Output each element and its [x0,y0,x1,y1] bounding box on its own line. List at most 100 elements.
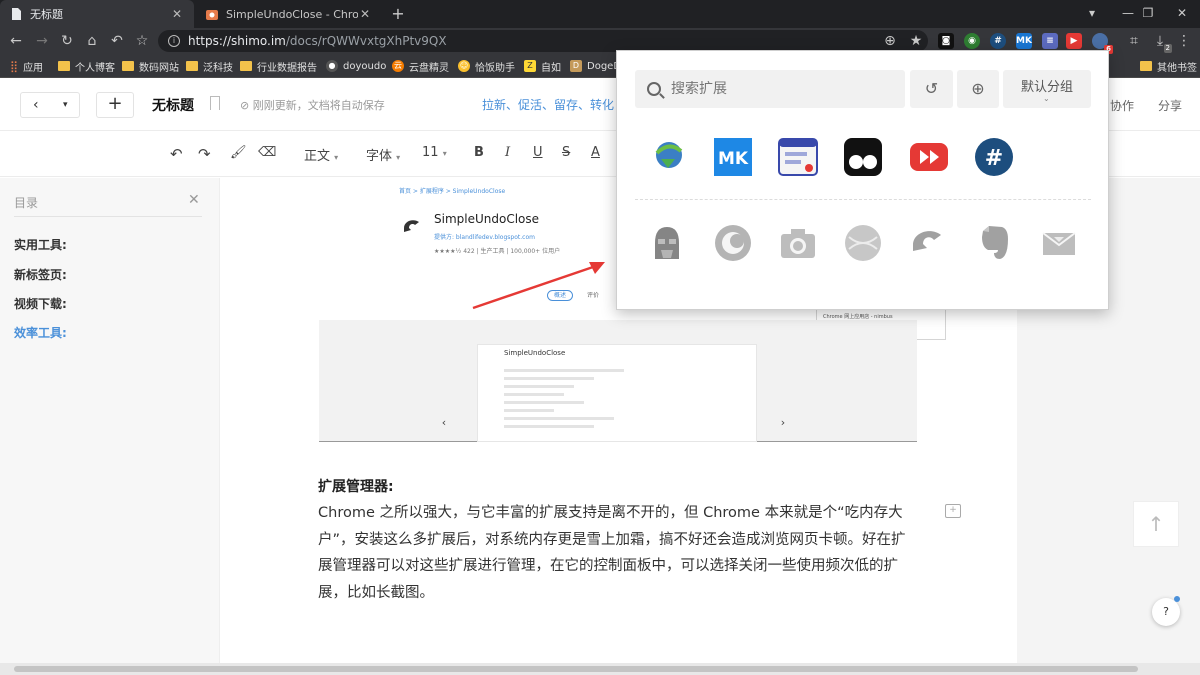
bookmark-other[interactable]: 其他书签 [1140,54,1197,78]
redo-icon[interactable]: ↷ [198,145,211,163]
toc-title: 目录 [14,196,39,210]
font-family-select[interactable]: 字体 ▾ [366,145,400,164]
close-tab-icon[interactable]: ✕ [358,7,372,21]
scrollbar-thumb[interactable] [14,666,1138,672]
bookmark-folder[interactable]: 行业数据报告 [240,54,317,78]
strikethrough-button[interactable]: S [562,145,570,160]
italic-button[interactable]: I [505,145,510,160]
video-speed-ext-icon[interactable]: ▶ [1066,33,1082,49]
tab-untitled[interactable]: 无标题 ✕ [0,0,194,28]
paragraph-style-select[interactable]: 正文 ▾ [304,145,338,164]
chevron-left-icon: ‹ [441,416,447,429]
promo-link[interactable]: 拉新、促活、留存、转化 [482,96,614,113]
breadcrumb: 首页 > 扩展程序 > SimpleUndoClose [399,188,506,195]
horizontal-scrollbar[interactable] [0,663,1200,675]
bookmark-folder[interactable]: 个人博客 [58,54,115,78]
bookmark-ziru[interactable]: Z 自如 [524,54,561,78]
folder-icon [240,61,252,71]
mk-ext-icon[interactable]: MK [1016,33,1032,49]
bookmark-icon[interactable] [210,96,220,110]
collab-button[interactable]: 协作 [1110,97,1134,114]
tab-title: SimpleUndoClose - Chrome 网 [226,8,358,21]
vader-icon[interactable] [647,223,687,263]
toc-item[interactable]: 视频下载: [14,295,67,312]
camera-icon[interactable] [778,223,818,263]
hashtag-icon[interactable]: # [974,137,1014,177]
back-button[interactable]: ‹ ▾ [20,92,80,118]
font-size-select[interactable]: 11 ▾ [422,145,447,160]
extension-manager-popup: ↺ ⊕ 默认分组⌄ MK # [616,50,1109,310]
close-tab-icon[interactable]: ✕ [170,7,184,21]
red-arrow-annotation [472,262,605,310]
ext-search-input[interactable] [671,81,871,97]
bookmark-star-icon[interactable]: ★ [906,31,926,51]
idm-icon[interactable] [647,137,687,177]
history-icon[interactable]: ↺ [910,70,953,108]
undo-icon[interactable]: ↶ [170,145,183,163]
toc-item-active[interactable]: 效率工具: [14,324,67,341]
mk-icon[interactable]: MK [713,137,753,177]
tab-simpleundoclose[interactable]: SimpleUndoClose - Chrome 网 ✕ [196,0,382,28]
tampermonkey-icon[interactable] [843,137,883,177]
clear-format-icon[interactable]: ⌫ [258,145,276,160]
inner-title: SimpleUndoClose [504,349,566,357]
bookmark-apps[interactable]: ⣿ 应用 [10,54,43,78]
inbox-icon[interactable] [1039,223,1079,263]
doc-title[interactable]: 无标题 [152,95,194,115]
share-button[interactable]: 分享 [1158,97,1182,114]
undo-close-tab-icon[interactable]: ↶ [107,31,127,51]
format-painter-icon[interactable]: 🖌 [230,145,247,160]
site-info-icon[interactable]: i [168,35,180,47]
bookmark-folder[interactable]: 泛科技 [186,54,233,78]
download-icon[interactable]: ⤓ 2 [1150,31,1172,53]
toc-item[interactable]: 新标签页: [14,266,67,283]
add-comment-icon[interactable]: + [945,504,961,518]
bookmark-doged[interactable]: D DogeD [570,54,621,78]
placeholder-line [504,417,614,420]
tab-search-chevron-icon[interactable]: ▾ [1074,0,1110,28]
bookmark-folder[interactable]: 数码网站 [122,54,179,78]
forward-icon[interactable]: → [32,31,52,51]
tab-manager-ext-icon[interactable]: ≡ [1042,33,1058,49]
menu-icon[interactable]: ⋮ [1174,31,1194,51]
hashtag-ext-icon[interactable]: # [990,33,1006,49]
underline-button[interactable]: U [533,145,543,160]
new-tab-button[interactable]: + [388,4,408,24]
help-button[interactable]: ? [1152,596,1180,626]
font-color-button[interactable]: A [591,145,600,160]
toc-item[interactable]: 实用工具: [14,236,67,253]
reload-icon[interactable]: ↻ [57,31,77,51]
evernote-icon[interactable] [974,223,1014,263]
chrome-cleaner-icon[interactable] [713,223,753,263]
maximize-button[interactable]: ❐ [1130,0,1166,28]
divider [635,199,1091,200]
extension-manager-icon[interactable]: 6 [1092,33,1113,54]
star-icon[interactable]: ☆ [132,31,152,51]
crop-icon[interactable]: ⌗ [1124,31,1144,51]
placeholder-line [504,409,554,412]
vader-ext-icon[interactable]: ◙ [938,33,954,49]
add-icon[interactable]: ⊕ [957,70,999,108]
bookmark-yunpan[interactable]: 云云盘精灵 [392,54,449,78]
doge-icon: D [570,60,582,72]
new-doc-button[interactable]: + [96,92,134,118]
bookmark-doyoudo[interactable]: ● doyoudo [326,54,386,78]
video-speed-icon[interactable] [909,137,949,177]
back-icon[interactable]: ← [6,31,26,51]
zoom-icon[interactable]: ⊕ [880,31,900,51]
address-bar[interactable]: i https://shimo.im/docs/rQWWvxtgXhPtv9QX [158,30,928,52]
undo-close-icon[interactable] [909,223,949,263]
bold-button[interactable]: B [474,145,484,160]
group-select[interactable]: 默认分组 ⌄ [1003,70,1091,108]
tab-manager-icon[interactable] [778,137,818,177]
home-icon[interactable]: ⌂ [82,31,102,51]
close-icon[interactable]: ✕ [188,192,200,208]
back-to-top-button[interactable]: ↑ [1133,501,1179,547]
close-window-button[interactable]: ✕ [1164,0,1200,28]
idm-ext-icon[interactable]: ◉ [964,33,980,49]
globe-icon[interactable] [843,223,883,263]
doyoudo-icon: ● [326,60,338,72]
bookmark-qiafan[interactable]: ☺ 恰饭助手 [458,54,515,78]
body-paragraph: Chrome 之所以强大，与它丰富的扩展支持是离不开的，但 Chrome 本来就… [318,505,906,601]
ext-search-box[interactable] [635,70,905,108]
